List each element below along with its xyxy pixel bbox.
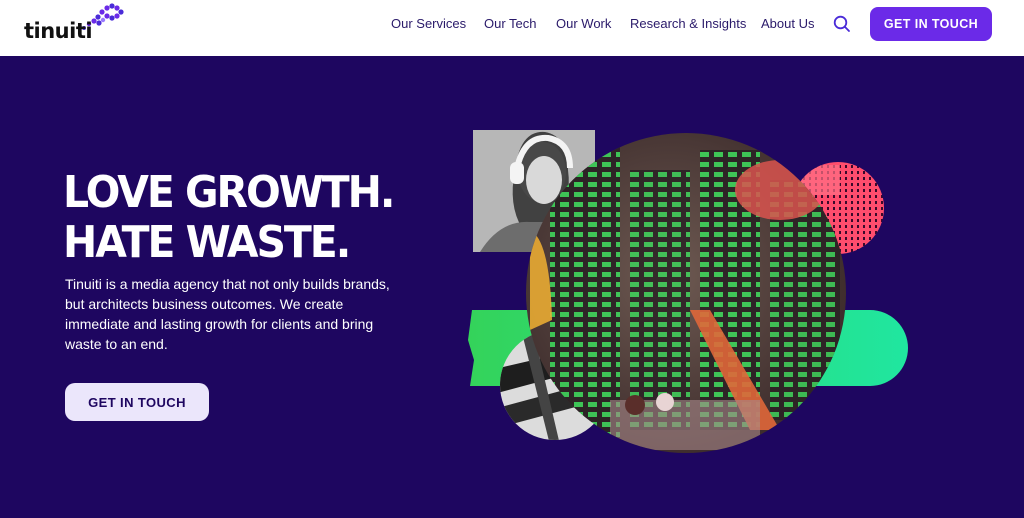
nav-our-services[interactable]: Our Services xyxy=(391,15,466,33)
header-get-in-touch-button[interactable]: GET IN TOUCH xyxy=(870,7,992,41)
hero-title: LOVE GROWTH. HATE WASTE. xyxy=(63,168,416,268)
nav-our-work[interactable]: Our Work xyxy=(556,15,611,33)
hero-get-in-touch-button[interactable]: GET IN TOUCH xyxy=(65,383,209,421)
collage-graphic xyxy=(468,130,908,453)
hero-title-line2: HATE WASTE. xyxy=(63,217,351,268)
search-button[interactable] xyxy=(832,14,852,34)
nav-research-insights[interactable]: Research & Insights xyxy=(630,15,746,33)
search-icon xyxy=(833,15,850,32)
nav-about-us[interactable]: About Us xyxy=(761,15,814,33)
hero-title-line1: LOVE GROWTH. xyxy=(63,167,395,218)
hero-description: Tinuiti is a media agency that not only … xyxy=(65,276,390,352)
tinuiti-logo[interactable]: tinuiti xyxy=(24,2,134,46)
site-header: tinuiti Our Services Our Tech Our Work R… xyxy=(0,0,1024,56)
logo-text: tinuiti xyxy=(24,19,93,43)
city-photo-detail xyxy=(530,140,840,450)
hero-image-collage xyxy=(460,110,920,460)
nav-our-tech[interactable]: Our Tech xyxy=(484,15,537,33)
